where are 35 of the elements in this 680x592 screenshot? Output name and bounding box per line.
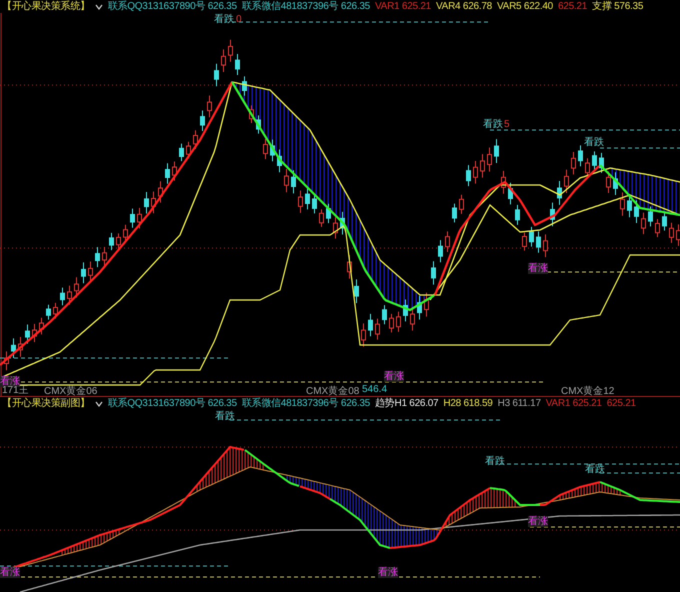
signal-label: 看涨	[0, 567, 20, 578]
indicator-value: 625.21	[558, 0, 588, 13]
chart-note: 171王	[2, 385, 29, 396]
indicator-value: H28 618.59	[443, 397, 493, 410]
signal-label: 看涨	[0, 376, 20, 387]
indicator-value: VAR1 625.21	[374, 0, 431, 13]
signal-label: 看跌	[215, 411, 235, 422]
signal-count: 0	[236, 14, 242, 25]
indicator-value: 联系微信481837396号 626.35	[242, 0, 370, 13]
signal-count: 5	[504, 119, 510, 130]
indicator-value: 趋势H1 626.07	[374, 397, 438, 410]
signal-label: 看跌	[584, 137, 604, 148]
indicator-value: VAR4 626.78	[436, 0, 492, 13]
indicator-value: VAR1 625.21	[546, 397, 602, 410]
signal-label: 看涨	[528, 516, 548, 527]
signal-label: 看跌	[485, 456, 505, 467]
indicator-value: H3 611.17	[498, 397, 541, 410]
signal-label: 看涨	[378, 567, 398, 578]
indicator-title: 【开心果决策系统】	[2, 0, 90, 13]
signal-label: 看涨	[528, 263, 548, 274]
signal-label: 看跌	[214, 14, 234, 25]
signal-label: 看跌	[585, 464, 605, 475]
signal-label: 看跌	[483, 119, 503, 130]
indicator-value: 625.21	[606, 397, 636, 410]
indicator-value: 联系QQ3131637890号 626.35	[108, 397, 237, 410]
indicator-value: 联系QQ3131637890号 626.35	[108, 0, 237, 13]
indicator-value: VAR5 622.40	[496, 0, 553, 13]
indicator-value: 联系微信481837396号 626.35	[242, 397, 370, 410]
price-label: 546.4	[362, 384, 388, 395]
chart-note: CMX黄金12	[561, 386, 614, 396]
chart-note: CMX黄金06	[44, 386, 98, 396]
indicator-title: 【开心果决策副图】	[2, 397, 90, 410]
signal-label: 看涨	[384, 371, 404, 382]
chart-note: CMX黄金08	[306, 386, 360, 396]
indicator-value: 支撑 576.35	[592, 0, 644, 13]
